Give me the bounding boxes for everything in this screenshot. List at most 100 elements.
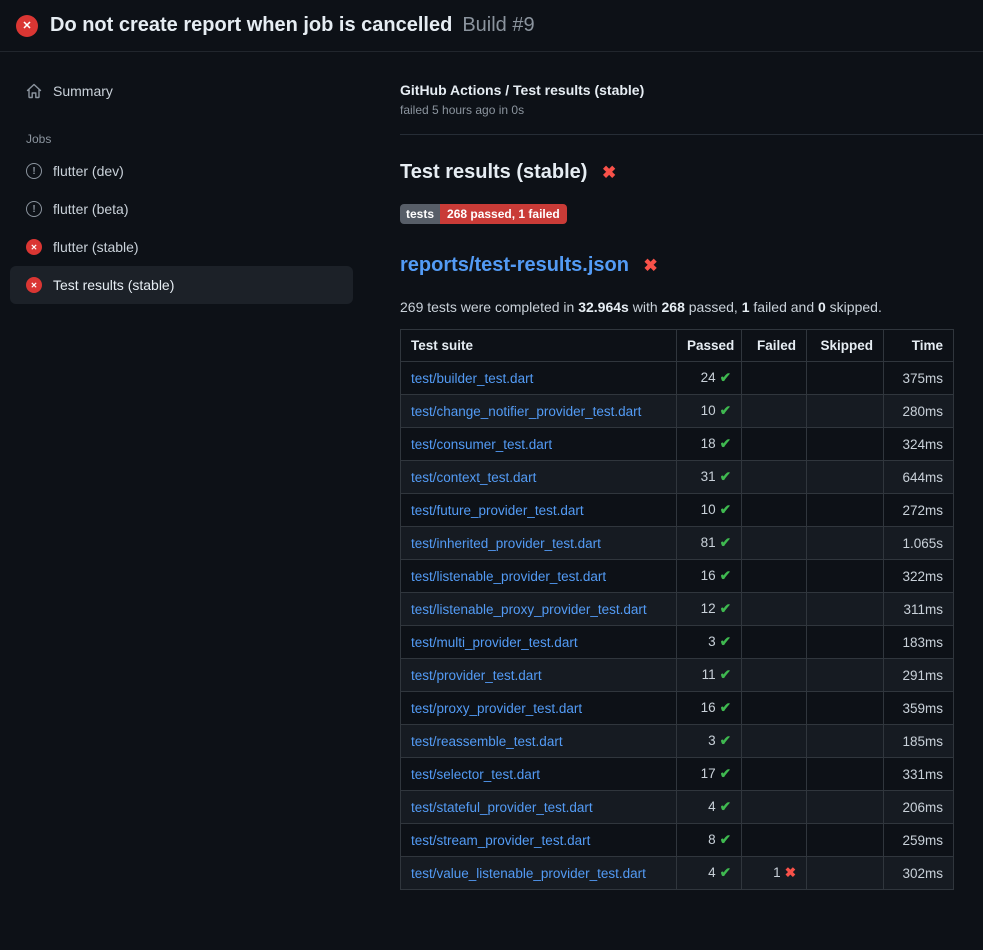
- table-row: test/inherited_provider_test.dart81✔1.06…: [401, 527, 954, 560]
- time-cell: 331ms: [884, 758, 954, 791]
- check-icon: ✔: [720, 667, 731, 682]
- failed-cell: 1✖: [742, 857, 807, 890]
- skipped-cell: [807, 857, 884, 890]
- page-layout: Summary Jobs !flutter (dev)! flutter (bet…: [0, 52, 983, 920]
- passed-cell: 16✔: [677, 692, 742, 725]
- sidebar-job-item[interactable]: ! flutter (beta): [10, 190, 353, 228]
- suite-cell: test/listenable_provider_test.dart: [401, 560, 677, 593]
- check-icon: ✔: [720, 733, 731, 748]
- suite-cell: test/consumer_test.dart: [401, 428, 677, 461]
- suite-link[interactable]: test/reassemble_test.dart: [411, 734, 563, 749]
- badge-label: tests: [400, 204, 440, 224]
- table-row: test/reassemble_test.dart3✔185ms: [401, 725, 954, 758]
- skipped-cell: [807, 560, 884, 593]
- suite-cell: test/reassemble_test.dart: [401, 725, 677, 758]
- failed-cell: [742, 824, 807, 857]
- suite-cell: test/future_provider_test.dart: [401, 494, 677, 527]
- suite-cell: test/selector_test.dart: [401, 758, 677, 791]
- neutral-status-icon: !: [26, 201, 42, 217]
- table-row: test/context_test.dart31✔644ms: [401, 461, 954, 494]
- suite-link[interactable]: test/provider_test.dart: [411, 668, 542, 683]
- suite-link[interactable]: test/builder_test.dart: [411, 371, 533, 386]
- suite-cell: test/builder_test.dart: [401, 362, 677, 395]
- failed-cell: [742, 494, 807, 527]
- sidebar-job-item[interactable]: ✕Test results (stable): [10, 266, 353, 304]
- skipped-cell: [807, 395, 884, 428]
- run-status-line: failed 5 hours ago in 0s: [400, 103, 983, 117]
- passed-cell: 16✔: [677, 560, 742, 593]
- table-row: test/consumer_test.dart18✔324ms: [401, 428, 954, 461]
- failed-status-icon: ✕: [26, 239, 42, 255]
- check-icon: ✔: [720, 700, 731, 715]
- summary-passed-count: 268: [662, 299, 685, 315]
- table-header-row: Test suite Passed Failed Skipped Time: [401, 330, 954, 362]
- build-number: Build #9: [462, 14, 534, 37]
- suite-link[interactable]: test/stateful_provider_test.dart: [411, 800, 593, 815]
- failed-cell: [742, 395, 807, 428]
- suite-link[interactable]: test/value_listenable_provider_test.dart: [411, 866, 646, 881]
- table-row: test/selector_test.dart 17✔ 331ms: [401, 758, 954, 791]
- check-icon: ✔: [720, 865, 731, 880]
- skipped-cell: [807, 791, 884, 824]
- summary-failed-count: 1: [742, 299, 750, 315]
- table-row: test/stateful_provider_test.dart4✔206ms: [401, 791, 954, 824]
- time-cell: 206ms: [884, 791, 954, 824]
- suite-link[interactable]: test/future_provider_test.dart: [411, 503, 584, 518]
- table-row: test/future_provider_test.dart 10✔ 272ms: [401, 494, 954, 527]
- table-row: test/listenable_provider_test.dart16✔322…: [401, 560, 954, 593]
- suite-link[interactable]: test/listenable_provider_test.dart: [411, 569, 606, 584]
- col-header-skipped: Skipped: [807, 330, 884, 362]
- suite-link[interactable]: test/inherited_provider_test.dart: [411, 536, 601, 551]
- suite-link[interactable]: test/proxy_provider_test.dart: [411, 701, 582, 716]
- suite-link[interactable]: test/consumer_test.dart: [411, 437, 552, 452]
- suite-cell: test/change_notifier_provider_test.dart: [401, 395, 677, 428]
- home-icon: [26, 83, 42, 99]
- suite-link[interactable]: test/change_notifier_provider_test.dart: [411, 404, 641, 419]
- time-cell: 183ms: [884, 626, 954, 659]
- passed-cell: 10✔: [677, 494, 742, 527]
- time-cell: 280ms: [884, 395, 954, 428]
- passed-cell: 17✔: [677, 758, 742, 791]
- suite-link[interactable]: test/stream_provider_test.dart: [411, 833, 590, 848]
- suite-cell: test/stateful_provider_test.dart: [401, 791, 677, 824]
- suite-cell: test/value_listenable_provider_test.dart: [401, 857, 677, 890]
- time-cell: 359ms: [884, 692, 954, 725]
- col-header-test-suite: Test suite: [401, 330, 677, 362]
- sidebar: Summary Jobs !flutter (dev)! flutter (bet…: [0, 52, 365, 324]
- sidebar-job-item[interactable]: !flutter (dev): [10, 152, 353, 190]
- skipped-cell: [807, 692, 884, 725]
- col-header-passed: Passed: [677, 330, 742, 362]
- summary-text: failed and: [750, 299, 819, 315]
- suite-cell: test/context_test.dart: [401, 461, 677, 494]
- suite-link[interactable]: test/context_test.dart: [411, 470, 536, 485]
- suite-link[interactable]: test/selector_test.dart: [411, 767, 540, 782]
- time-cell: 375ms: [884, 362, 954, 395]
- sidebar-job-item[interactable]: ✕flutter (stable): [10, 228, 353, 266]
- tests-badge: tests 268 passed, 1 failed: [400, 204, 567, 224]
- col-header-failed: Failed: [742, 330, 807, 362]
- summary-text: 269 tests were completed in: [400, 299, 578, 315]
- sidebar-item-summary[interactable]: Summary: [10, 72, 353, 110]
- failed-cell: [742, 461, 807, 494]
- check-icon: ✔: [720, 535, 731, 550]
- jobs-list: !flutter (dev)! flutter (beta) ✕flutter (s…: [10, 152, 353, 304]
- report-file-link[interactable]: reports/test-results.json: [400, 254, 629, 276]
- jobs-section-label: Jobs: [10, 124, 353, 152]
- passed-cell: 31✔: [677, 461, 742, 494]
- skipped-cell: [807, 659, 884, 692]
- check-icon: ✔: [720, 403, 731, 418]
- failed-x-icon: ✖: [602, 163, 616, 182]
- check-icon: ✔: [720, 436, 731, 451]
- time-cell: 272ms: [884, 494, 954, 527]
- job-label: flutter (beta): [53, 201, 128, 217]
- suite-link[interactable]: test/multi_provider_test.dart: [411, 635, 578, 650]
- divider: [400, 134, 983, 135]
- failed-cell: [742, 428, 807, 461]
- passed-cell: 18✔: [677, 428, 742, 461]
- suite-cell: test/stream_provider_test.dart: [401, 824, 677, 857]
- suite-link[interactable]: test/listenable_proxy_provider_test.dart: [411, 602, 647, 617]
- main-content: GitHub Actions / Test results (stable) f…: [365, 52, 983, 920]
- suite-cell: test/provider_test.dart: [401, 659, 677, 692]
- check-icon: ✔: [720, 799, 731, 814]
- skipped-cell: [807, 758, 884, 791]
